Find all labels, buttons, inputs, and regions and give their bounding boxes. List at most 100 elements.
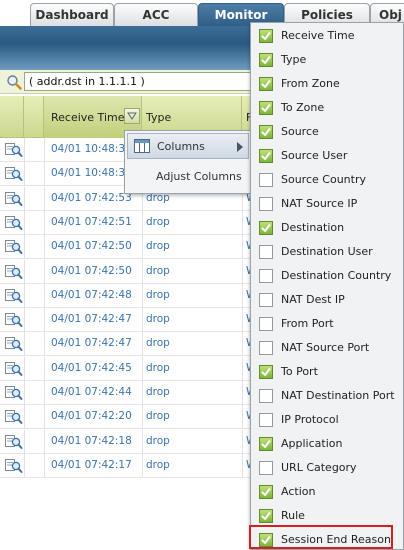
detail-view-icon[interactable]: [5, 336, 23, 352]
column-option[interactable]: From Port: [251, 312, 403, 336]
detail-view-icon[interactable]: [5, 458, 23, 474]
column-option[interactable]: NAT Dest IP: [251, 288, 403, 312]
checkbox-checked[interactable]: [259, 365, 273, 379]
column-option-label: Destination: [281, 221, 345, 234]
search-icon[interactable]: [6, 74, 22, 90]
column-option-label: NAT Source IP: [281, 197, 358, 210]
receive-time-cell[interactable]: 04/01 07:42:18: [51, 435, 132, 447]
detail-view-icon[interactable]: [5, 434, 23, 450]
tab-dashboard[interactable]: Dashboard: [30, 3, 114, 26]
checkbox-unchecked[interactable]: [259, 413, 273, 427]
menu-item-columns-label: Columns: [157, 140, 205, 153]
checkmark-icon: [261, 223, 271, 233]
checkbox-unchecked[interactable]: [259, 317, 273, 331]
detail-view-icon[interactable]: [5, 239, 23, 255]
checkbox-checked[interactable]: [259, 149, 273, 163]
column-menu-trigger[interactable]: [124, 108, 140, 124]
detail-view-icon[interactable]: [5, 215, 23, 231]
type-cell[interactable]: drop: [146, 265, 170, 277]
detail-view-icon[interactable]: [5, 264, 23, 280]
detail-view-icon[interactable]: [5, 409, 23, 425]
receive-time-cell[interactable]: 04/01 07:42:47: [51, 313, 132, 325]
column-option[interactable]: Source: [251, 120, 403, 144]
column-option[interactable]: Source Country: [251, 168, 403, 192]
receive-time-cell[interactable]: 04/01 07:42:51: [51, 216, 132, 228]
type-cell[interactable]: drop: [146, 240, 170, 252]
checkbox-unchecked[interactable]: [259, 197, 273, 211]
header-receive-time-label: Receive Time: [51, 110, 125, 124]
chevron-down-icon: [127, 112, 137, 120]
column-option[interactable]: Action: [251, 480, 403, 504]
column-option-label: URL Category: [281, 461, 357, 474]
checkbox-checked[interactable]: [259, 509, 273, 523]
menu-item-adjust-columns[interactable]: Adjust Columns: [127, 165, 249, 189]
type-cell[interactable]: drop: [146, 337, 170, 349]
checkbox-checked[interactable]: [259, 485, 273, 499]
filter-input[interactable]: ( addr.dst in 1.1.1.1 ): [24, 72, 264, 91]
type-cell[interactable]: drop: [146, 216, 170, 228]
tab-acc[interactable]: ACC: [114, 3, 198, 26]
checkbox-unchecked[interactable]: [259, 293, 273, 307]
column-option-label: Rule: [281, 509, 305, 522]
column-option[interactable]: URL Category: [251, 456, 403, 480]
type-cell[interactable]: drop: [146, 313, 170, 325]
column-option[interactable]: From Zone: [251, 72, 403, 96]
type-cell[interactable]: drop: [146, 410, 170, 422]
type-cell[interactable]: drop: [146, 459, 170, 471]
checkbox-unchecked[interactable]: [259, 245, 273, 259]
receive-time-cell[interactable]: 04/01 07:42:50: [51, 265, 132, 277]
checkbox-checked[interactable]: [259, 221, 273, 235]
checkbox-checked[interactable]: [259, 53, 273, 67]
chevron-right-icon: [237, 142, 243, 152]
checkbox-unchecked[interactable]: [259, 173, 273, 187]
checkbox-checked[interactable]: [259, 437, 273, 451]
receive-time-cell[interactable]: 04/01 07:42:53: [51, 192, 132, 204]
column-option[interactable]: Destination Country: [251, 264, 403, 288]
receive-time-cell[interactable]: 04/01 10:48:36: [51, 167, 132, 179]
checkbox-unchecked[interactable]: [259, 389, 273, 403]
column-option[interactable]: To Zone: [251, 96, 403, 120]
column-option[interactable]: IP Protocol: [251, 408, 403, 432]
detail-view-icon[interactable]: [5, 288, 23, 304]
checkbox-unchecked[interactable]: [259, 269, 273, 283]
column-option-label: Source Country: [281, 173, 366, 186]
type-cell[interactable]: drop: [146, 362, 170, 374]
column-option[interactable]: Source User: [251, 144, 403, 168]
columns-icon: [134, 139, 150, 153]
checkbox-checked[interactable]: [259, 125, 273, 139]
column-option[interactable]: Destination: [251, 216, 403, 240]
checkbox-checked[interactable]: [259, 29, 273, 43]
column-option[interactable]: NAT Source IP: [251, 192, 403, 216]
detail-view-icon[interactable]: [5, 142, 23, 158]
checkbox-unchecked[interactable]: [259, 341, 273, 355]
receive-time-cell[interactable]: 04/01 07:42:50: [51, 240, 132, 252]
receive-time-cell[interactable]: 04/01 07:42:44: [51, 386, 132, 398]
receive-time-cell[interactable]: 04/01 07:42:48: [51, 289, 132, 301]
receive-time-cell[interactable]: 04/01 10:48:37: [51, 143, 132, 155]
column-option[interactable]: Receive Time: [251, 24, 403, 48]
detail-view-icon[interactable]: [5, 191, 23, 207]
menu-item-columns[interactable]: Columns: [127, 133, 249, 159]
type-cell[interactable]: drop: [146, 289, 170, 301]
checkbox-unchecked[interactable]: [259, 461, 273, 475]
detail-view-icon[interactable]: [5, 385, 23, 401]
column-option[interactable]: Type: [251, 48, 403, 72]
column-option[interactable]: To Port: [251, 360, 403, 384]
column-option-label: Action: [281, 485, 316, 498]
receive-time-cell[interactable]: 04/01 07:42:45: [51, 362, 132, 374]
checkbox-checked[interactable]: [259, 77, 273, 91]
column-option[interactable]: NAT Source Port: [251, 336, 403, 360]
detail-view-icon[interactable]: [5, 361, 23, 377]
column-option[interactable]: Destination User: [251, 240, 403, 264]
column-option[interactable]: NAT Destination Port: [251, 384, 403, 408]
column-option[interactable]: Application: [251, 432, 403, 456]
detail-view-icon[interactable]: [5, 166, 23, 182]
receive-time-cell[interactable]: 04/01 07:42:47: [51, 337, 132, 349]
detail-view-icon[interactable]: [5, 312, 23, 328]
receive-time-cell[interactable]: 04/01 07:42:17: [51, 459, 132, 471]
type-cell[interactable]: drop: [146, 386, 170, 398]
checkmark-icon: [261, 511, 271, 521]
type-cell[interactable]: drop: [146, 435, 170, 447]
receive-time-cell[interactable]: 04/01 07:42:20: [51, 410, 132, 422]
checkbox-checked[interactable]: [259, 101, 273, 115]
